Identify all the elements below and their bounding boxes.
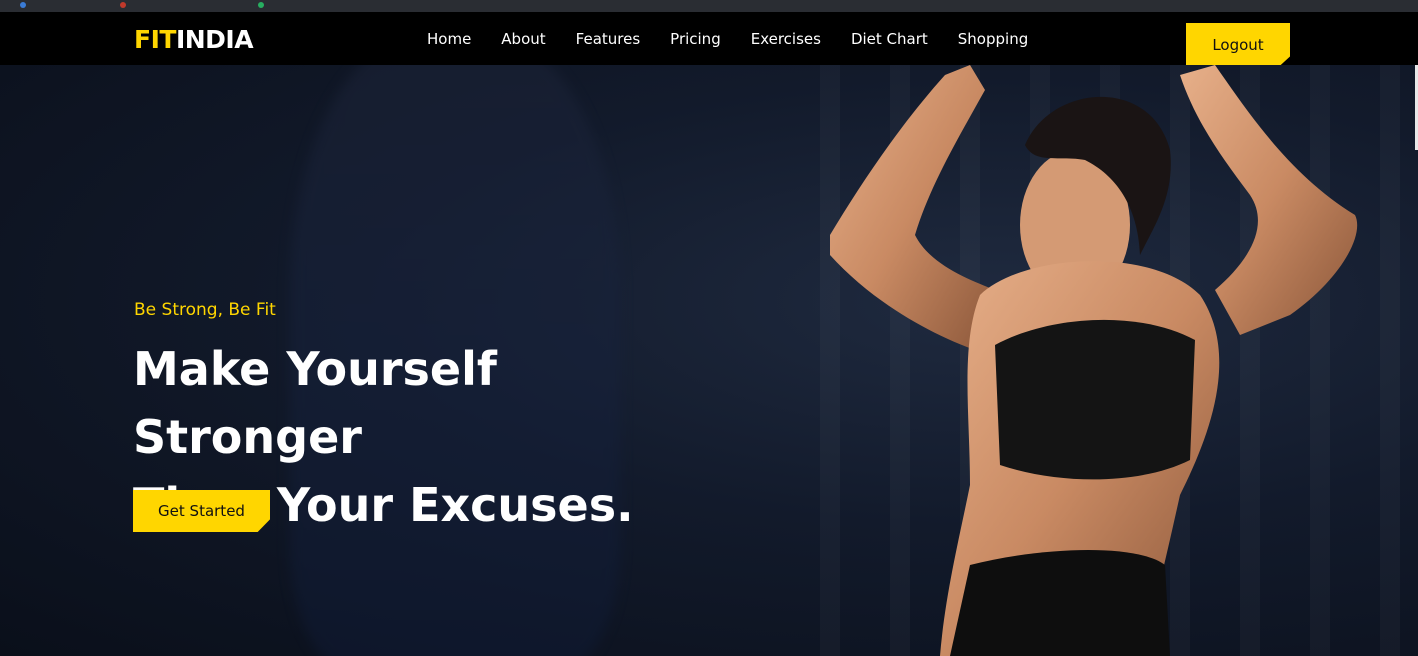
logo-india-text: INDIA: [175, 25, 254, 54]
top-navbar: FITINDIA Home About Features Pricing Exe…: [0, 12, 1418, 66]
hero-section: Be Strong, Be Fit Make Yourself Stronger…: [0, 65, 1418, 656]
tab-favicon-icon: [258, 2, 264, 8]
get-started-button[interactable]: Get Started: [133, 490, 270, 532]
nav-link-shopping[interactable]: Shopping: [958, 30, 1028, 48]
tab-favicon-icon: [120, 2, 126, 8]
hero-tagline: Be Strong, Be Fit: [134, 300, 276, 320]
nav-link-home[interactable]: Home: [427, 30, 471, 48]
logout-button[interactable]: Logout: [1186, 23, 1290, 66]
site-logo[interactable]: FITINDIA: [134, 25, 254, 54]
nav-link-exercises[interactable]: Exercises: [751, 30, 821, 48]
hero-athlete-image: [830, 65, 1358, 656]
tab-favicon-icon: [20, 2, 26, 8]
logo-fit-text: FIT: [134, 25, 176, 54]
nav-links: Home About Features Pricing Exercises Di…: [427, 30, 1058, 48]
nav-link-features[interactable]: Features: [576, 30, 641, 48]
hero-headline-line1: Make Yourself Stronger: [133, 342, 497, 464]
nav-link-pricing[interactable]: Pricing: [670, 30, 721, 48]
nav-link-diet-chart[interactable]: Diet Chart: [851, 30, 928, 48]
nav-link-about[interactable]: About: [501, 30, 545, 48]
